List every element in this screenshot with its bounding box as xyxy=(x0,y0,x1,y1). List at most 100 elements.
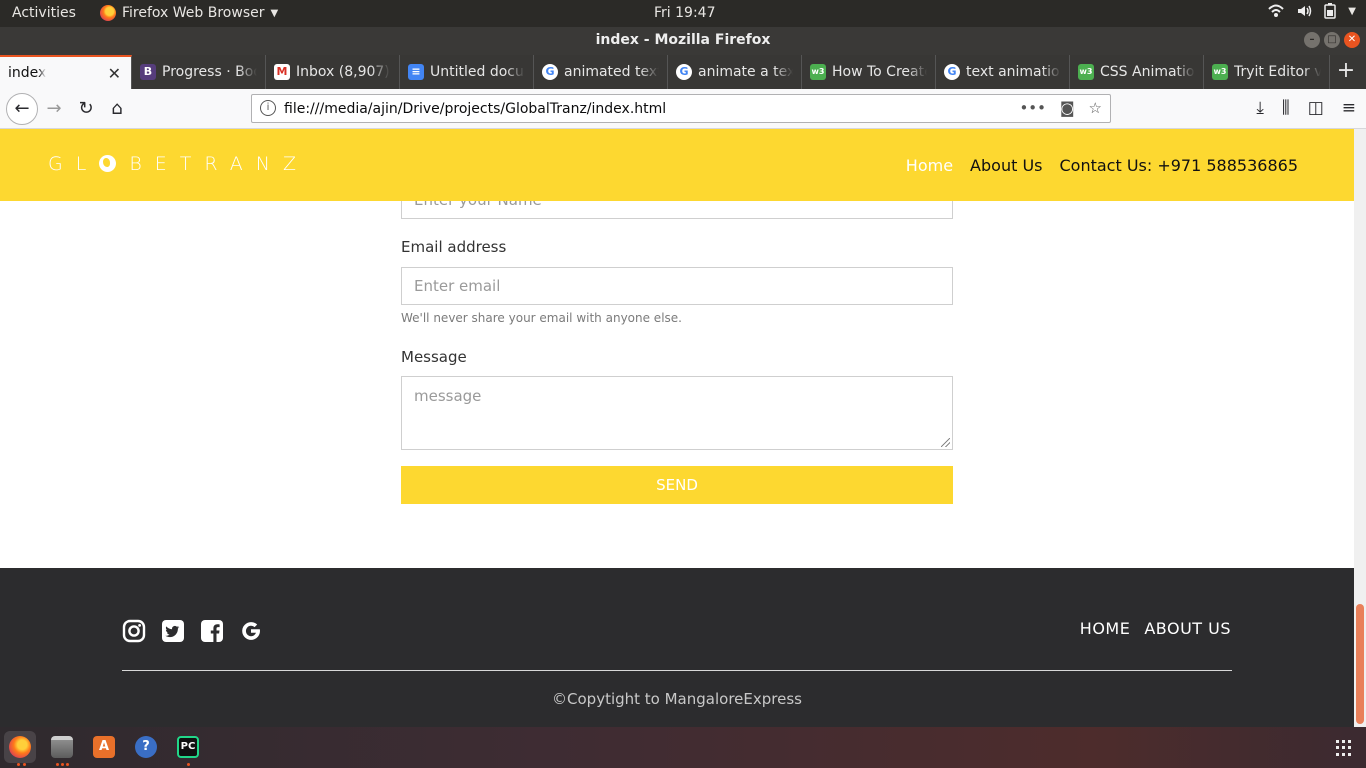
window-title-bar: index - Mozilla Firefox – □ ✕ xyxy=(0,27,1366,55)
scrollbar-thumb[interactable] xyxy=(1356,604,1364,724)
google-plus-icon[interactable] xyxy=(239,619,263,643)
running-indicator xyxy=(187,763,190,766)
social-links xyxy=(122,619,263,643)
tab-index[interactable]: index ✕ xyxy=(0,55,132,89)
files-icon xyxy=(51,736,73,758)
tab-label: text animation xyxy=(966,64,1061,80)
show-applications-icon[interactable] xyxy=(1336,740,1352,756)
home-button[interactable]: ⌂ xyxy=(103,95,131,123)
help-icon: ? xyxy=(135,736,157,758)
tab-label: Inbox (8,907) xyxy=(296,64,390,80)
tab-label: animated text xyxy=(564,64,659,80)
twitter-icon[interactable] xyxy=(161,619,185,643)
resize-grip-icon[interactable] xyxy=(941,438,950,447)
google-icon: G xyxy=(676,64,692,80)
back-button[interactable]: ← xyxy=(6,93,38,125)
w3schools-icon: w3 xyxy=(810,64,826,80)
tab-tryit-editor[interactable]: w3 Tryit Editor v3 xyxy=(1204,55,1330,89)
desktop: Activities Firefox Web Browser ▼ Fri 19:… xyxy=(0,0,1366,768)
pocket-icon[interactable]: ◙ xyxy=(1060,99,1075,117)
email-label: Email address xyxy=(401,238,507,256)
maximize-button[interactable]: □ xyxy=(1324,32,1340,48)
logo-text-left: GL xyxy=(48,153,100,175)
downloads-icon[interactable]: ⤓ xyxy=(1256,98,1264,118)
running-indicator xyxy=(56,763,59,766)
sidebar-icon[interactable]: ◫ xyxy=(1308,98,1324,118)
clock[interactable]: Fri 19:47 xyxy=(654,5,715,21)
tab-untitled-document[interactable]: ≡ Untitled document xyxy=(400,55,534,89)
nav-link-about[interactable]: About Us xyxy=(970,156,1042,175)
logo-text-right: BETRANZ xyxy=(129,153,310,175)
tab-animate-a-text[interactable]: G animate a text xyxy=(668,55,802,89)
firefox-icon xyxy=(9,736,31,758)
window-controls: – □ ✕ xyxy=(1304,32,1360,48)
email-input[interactable]: Enter email xyxy=(401,267,953,305)
tab-inbox[interactable]: M Inbox (8,907) xyxy=(266,55,400,89)
page-viewport: GL BETRANZ Home About Us Contact Us: +971… xyxy=(0,129,1354,727)
page-actions-icon[interactable]: ••• xyxy=(1019,99,1046,117)
forward-button[interactable]: → xyxy=(40,95,68,123)
wifi-icon xyxy=(1268,4,1285,17)
tab-label: CSS Animation xyxy=(1100,64,1195,80)
minimize-button[interactable]: – xyxy=(1304,32,1320,48)
page-scrollbar[interactable] xyxy=(1354,129,1366,727)
activities-button[interactable]: Activities xyxy=(12,5,76,21)
send-button[interactable]: SEND xyxy=(401,466,953,504)
footer-link-home[interactable]: HOME xyxy=(1080,619,1131,638)
dock-software[interactable]: A xyxy=(88,731,120,763)
running-indicator xyxy=(66,763,69,766)
nav-link-contact[interactable]: Contact Us: +971 588536865 xyxy=(1059,156,1298,175)
message-textarea[interactable]: message xyxy=(401,376,953,450)
volume-icon xyxy=(1298,5,1312,17)
tab-css-animation[interactable]: w3 CSS Animation xyxy=(1070,55,1204,89)
dock: A ? PC xyxy=(0,727,1366,768)
tab-how-to-create[interactable]: w3 How To Create xyxy=(802,55,936,89)
tab-animated-text[interactable]: G animated text xyxy=(534,55,668,89)
dock-help[interactable]: ? xyxy=(130,731,162,763)
tab-text-animation[interactable]: G text animation xyxy=(936,55,1070,89)
system-tray[interactable]: ▼ xyxy=(1268,3,1356,19)
battery-icon xyxy=(1324,3,1337,19)
tab-label: Progress · Bootstrap xyxy=(162,64,257,80)
software-icon: A xyxy=(93,736,115,758)
url-text: file:///media/ajin/Drive/projects/Global… xyxy=(284,101,667,117)
facebook-icon[interactable] xyxy=(200,619,224,643)
google-icon: G xyxy=(944,64,960,80)
url-bar[interactable]: i file:///media/ajin/Drive/projects/Glob… xyxy=(251,94,1111,123)
running-indicator xyxy=(61,763,64,766)
footer-link-about[interactable]: ABOUT US xyxy=(1144,619,1231,638)
close-tab-icon[interactable]: ✕ xyxy=(108,64,121,83)
copyright-text: ©Copytight to MangaloreExpress xyxy=(552,690,802,708)
app-menu-label: Firefox Web Browser xyxy=(122,5,265,21)
pycharm-icon: PC xyxy=(177,736,199,758)
menu-icon[interactable]: ≡ xyxy=(1342,98,1356,118)
system-top-bar: Activities Firefox Web Browser ▼ Fri 19:… xyxy=(0,0,1366,27)
message-placeholder: message xyxy=(414,387,482,405)
tab-progress-bootstrap[interactable]: B Progress · Bootstrap xyxy=(132,55,266,89)
site-logo[interactable]: GL BETRANZ xyxy=(48,153,309,175)
nav-link-home[interactable]: Home xyxy=(906,156,953,175)
app-menu[interactable]: Firefox Web Browser ▼ xyxy=(100,5,278,21)
bookmark-star-icon[interactable]: ☆ xyxy=(1089,99,1102,117)
footer-nav: HOME ABOUT US xyxy=(1080,619,1231,638)
footer-divider xyxy=(122,670,1232,671)
system-menu-arrow-icon: ▼ xyxy=(1348,5,1356,17)
header-nav: Home About Us Contact Us: +971 588536865 xyxy=(906,156,1298,175)
new-tab-button[interactable]: + xyxy=(1330,55,1362,89)
chevron-down-icon: ▼ xyxy=(270,7,279,19)
email-help-text: We'll never share your email with anyone… xyxy=(401,311,682,325)
reload-button[interactable]: ↻ xyxy=(72,95,100,123)
bootstrap-icon: B xyxy=(140,64,156,80)
globe-icon xyxy=(99,155,117,172)
instagram-icon[interactable] xyxy=(122,619,146,643)
site-info-icon[interactable]: i xyxy=(260,100,276,116)
dock-firefox[interactable] xyxy=(4,731,36,766)
library-icon[interactable]: ⫼ xyxy=(1282,98,1290,118)
close-window-button[interactable]: ✕ xyxy=(1344,32,1360,48)
site-header: GL BETRANZ Home About Us Contact Us: +971… xyxy=(0,129,1354,201)
dock-pycharm[interactable]: PC xyxy=(172,731,204,766)
dock-files[interactable] xyxy=(46,731,78,766)
running-indicator xyxy=(23,763,26,766)
tab-label: Tryit Editor v3 xyxy=(1234,64,1321,80)
navigation-toolbar: ← → ↻ ⌂ i file:///media/ajin/Drive/proje… xyxy=(0,89,1366,129)
